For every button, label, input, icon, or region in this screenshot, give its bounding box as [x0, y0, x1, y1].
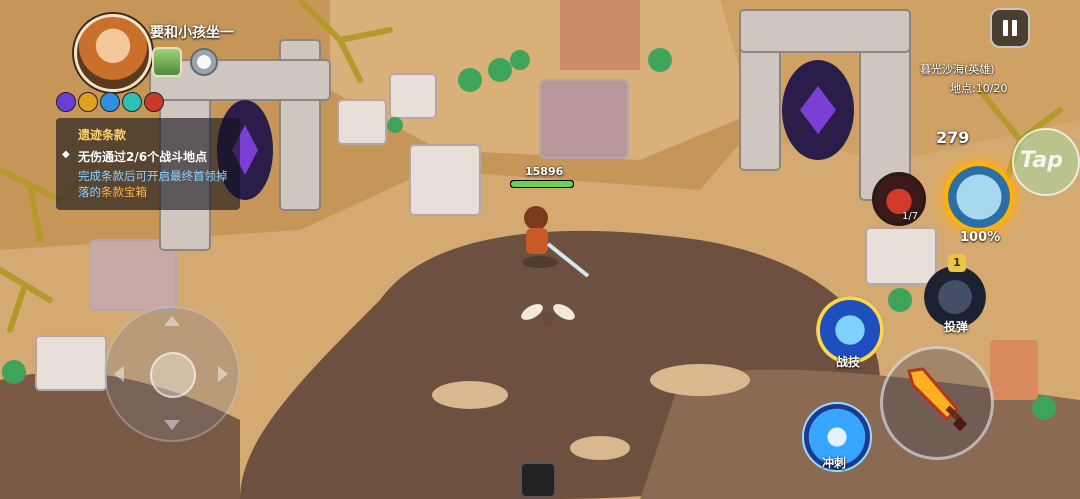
joystick[interactable]: [104, 306, 240, 442]
quest-task: 无伤通过2/6个战斗地点: [78, 150, 208, 164]
hero-hp-value: 15896: [525, 165, 564, 178]
joystick-down-arrow: [164, 420, 180, 430]
player-avatar[interactable]: [74, 14, 152, 92]
joystick-left-arrow: [114, 366, 124, 382]
pet-skill-button[interactable]: [944, 162, 1014, 232]
player-name: 要和小孩坐一: [150, 25, 234, 41]
combat-skill-label: 战技: [836, 355, 861, 369]
buff-wind-icon: [122, 92, 142, 112]
coin-count: 279: [936, 128, 970, 147]
hero-hp-bar: [510, 180, 574, 188]
buff-water-icon: [100, 92, 120, 112]
quest-title: 遗迹条款: [78, 128, 127, 142]
bomb-label: 投弹: [944, 320, 969, 334]
attack-button[interactable]: [880, 346, 994, 460]
tap-label: Tap: [1020, 148, 1063, 173]
hero-hp-fill: [511, 181, 573, 187]
zone-name: 暮光沙海(英雄): [920, 63, 995, 76]
buff-shield-icon: [78, 92, 98, 112]
quest-description: 完成条款后可开启最终首领掉落的条款宝箱: [78, 168, 238, 200]
badge-icon[interactable]: [190, 48, 218, 76]
joystick-knob[interactable]: [150, 352, 196, 398]
tap-button[interactable]: Tap: [1012, 128, 1080, 196]
pet-charge-percent: 100%: [960, 230, 1001, 245]
bottom-item-icon[interactable]: [520, 462, 556, 498]
chest-icon[interactable]: [152, 47, 182, 77]
potion-count: 1/7: [902, 211, 919, 222]
quest-desc-highlight: 条款宝箱: [101, 185, 147, 199]
quest-panel[interactable]: 遗迹条款 ◆ 无伤通过2/6个战斗地点 完成条款后可开启最终首领掉落的条款宝箱: [56, 118, 240, 210]
joystick-up-arrow: [164, 316, 180, 326]
dash-label: 冲刺: [822, 456, 847, 470]
joystick-right-arrow: [218, 366, 228, 382]
sword-icon: [907, 367, 968, 432]
bomb-count-badge: 1: [948, 254, 966, 272]
buff-fire-icon: [144, 92, 164, 112]
quest-bullet-icon: ◆: [62, 149, 70, 160]
pause-button[interactable]: [990, 8, 1030, 48]
zone-progress: 地点:10/20: [950, 82, 1008, 95]
buff-arcane-icon: [56, 92, 76, 112]
